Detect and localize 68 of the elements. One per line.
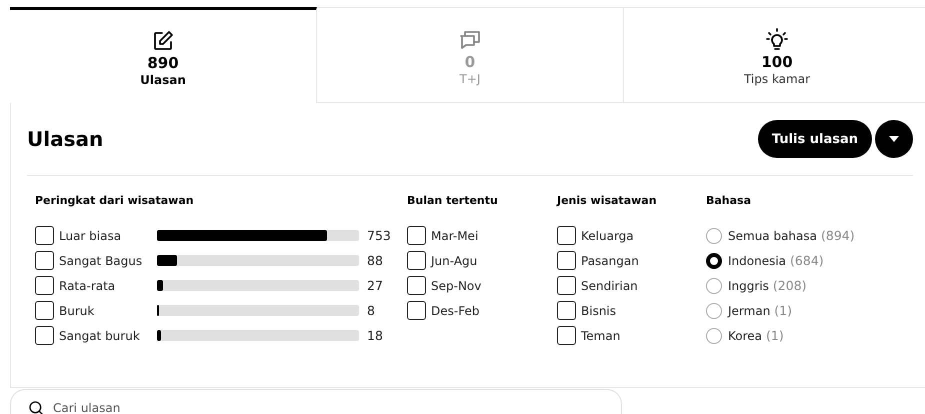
filter-heading: Jenis wisatawan bbox=[557, 194, 658, 208]
filter-label: Des-Feb bbox=[431, 304, 480, 318]
filter-heading: Bulan tertentu bbox=[407, 194, 499, 208]
checkbox[interactable] bbox=[557, 301, 576, 320]
filter-label: Keluarga bbox=[581, 228, 634, 242]
checkbox[interactable] bbox=[35, 276, 54, 295]
filter-label: Bisnis bbox=[581, 304, 616, 318]
filter-heading: Peringkat dari wisatawan bbox=[35, 194, 195, 208]
review-count: (894) bbox=[821, 228, 855, 243]
checkbox[interactable] bbox=[407, 301, 426, 320]
rating-count: 88 bbox=[367, 253, 383, 268]
rating-count: 27 bbox=[367, 278, 383, 293]
filter-label: Indonesia bbox=[728, 254, 786, 268]
dropdown-button[interactable] bbox=[875, 120, 913, 158]
filter-label: Luar biasa bbox=[59, 228, 122, 242]
tab-count: 0 bbox=[464, 52, 476, 70]
rating-count: 8 bbox=[367, 303, 375, 318]
checkbox[interactable] bbox=[407, 251, 426, 270]
review-count: (1) bbox=[774, 303, 792, 318]
radio-button[interactable] bbox=[706, 328, 722, 344]
checkbox[interactable] bbox=[557, 276, 576, 295]
checkbox[interactable] bbox=[557, 226, 576, 245]
checkbox[interactable] bbox=[35, 326, 54, 345]
lightbulb-icon bbox=[765, 28, 789, 52]
rating-count: 753 bbox=[367, 228, 391, 243]
tab-label: Ulasan bbox=[140, 73, 186, 88]
tab-count: 890 bbox=[147, 54, 179, 72]
rating-count: 18 bbox=[367, 328, 383, 343]
filter-label: Jun-Agu bbox=[431, 254, 478, 268]
edit-icon bbox=[151, 29, 175, 53]
tab[interactable]: 890 Ulasan bbox=[10, 7, 317, 103]
filter-label: Pasangan bbox=[581, 254, 639, 268]
tab-label: T+J bbox=[460, 72, 480, 86]
filter-heading: Bahasa bbox=[706, 194, 752, 208]
filter-label: Semua bahasa bbox=[728, 228, 817, 242]
filter-label: Teman bbox=[581, 328, 620, 342]
radio-button[interactable] bbox=[706, 278, 722, 294]
checkbox[interactable] bbox=[35, 251, 54, 270]
search-icon bbox=[28, 400, 44, 414]
review-count: (684) bbox=[790, 253, 824, 268]
section-title: Ulasan bbox=[27, 127, 104, 151]
tab-count: 100 bbox=[761, 52, 793, 70]
review-count: (208) bbox=[772, 278, 807, 293]
caret-icon bbox=[889, 136, 899, 142]
filter-label: Sendirian bbox=[581, 278, 638, 292]
search-field[interactable]: Cari ulasan bbox=[10, 389, 622, 414]
filter-label: Inggris bbox=[728, 278, 769, 292]
filter-label: Buruk bbox=[59, 304, 96, 318]
tab[interactable]: 100 Tips kamar bbox=[624, 7, 925, 103]
filter-label: Jerman bbox=[728, 304, 770, 318]
filter-label: Sangat Bagus bbox=[59, 254, 144, 268]
checkbox[interactable] bbox=[407, 226, 426, 245]
checkbox[interactable] bbox=[557, 326, 576, 345]
checkbox[interactable] bbox=[407, 276, 426, 295]
checkbox[interactable] bbox=[557, 251, 576, 270]
checkbox[interactable] bbox=[35, 226, 54, 245]
filter-label: Mar-Mei bbox=[431, 228, 478, 242]
filter-label: Rata-rata bbox=[59, 278, 116, 292]
checkbox[interactable] bbox=[35, 301, 54, 320]
write-review-button[interactable]: Tulis ulasan bbox=[758, 120, 872, 158]
radio-button[interactable] bbox=[706, 228, 722, 244]
radio-button[interactable] bbox=[706, 302, 722, 318]
filter-label: Sep-Nov bbox=[431, 278, 482, 292]
tab-label: Tips kamar bbox=[744, 72, 810, 86]
filter-label: Sangat buruk bbox=[59, 328, 141, 342]
radio-button[interactable] bbox=[706, 252, 722, 268]
review-count: (1) bbox=[766, 328, 784, 343]
filter-label: Korea bbox=[728, 328, 762, 342]
